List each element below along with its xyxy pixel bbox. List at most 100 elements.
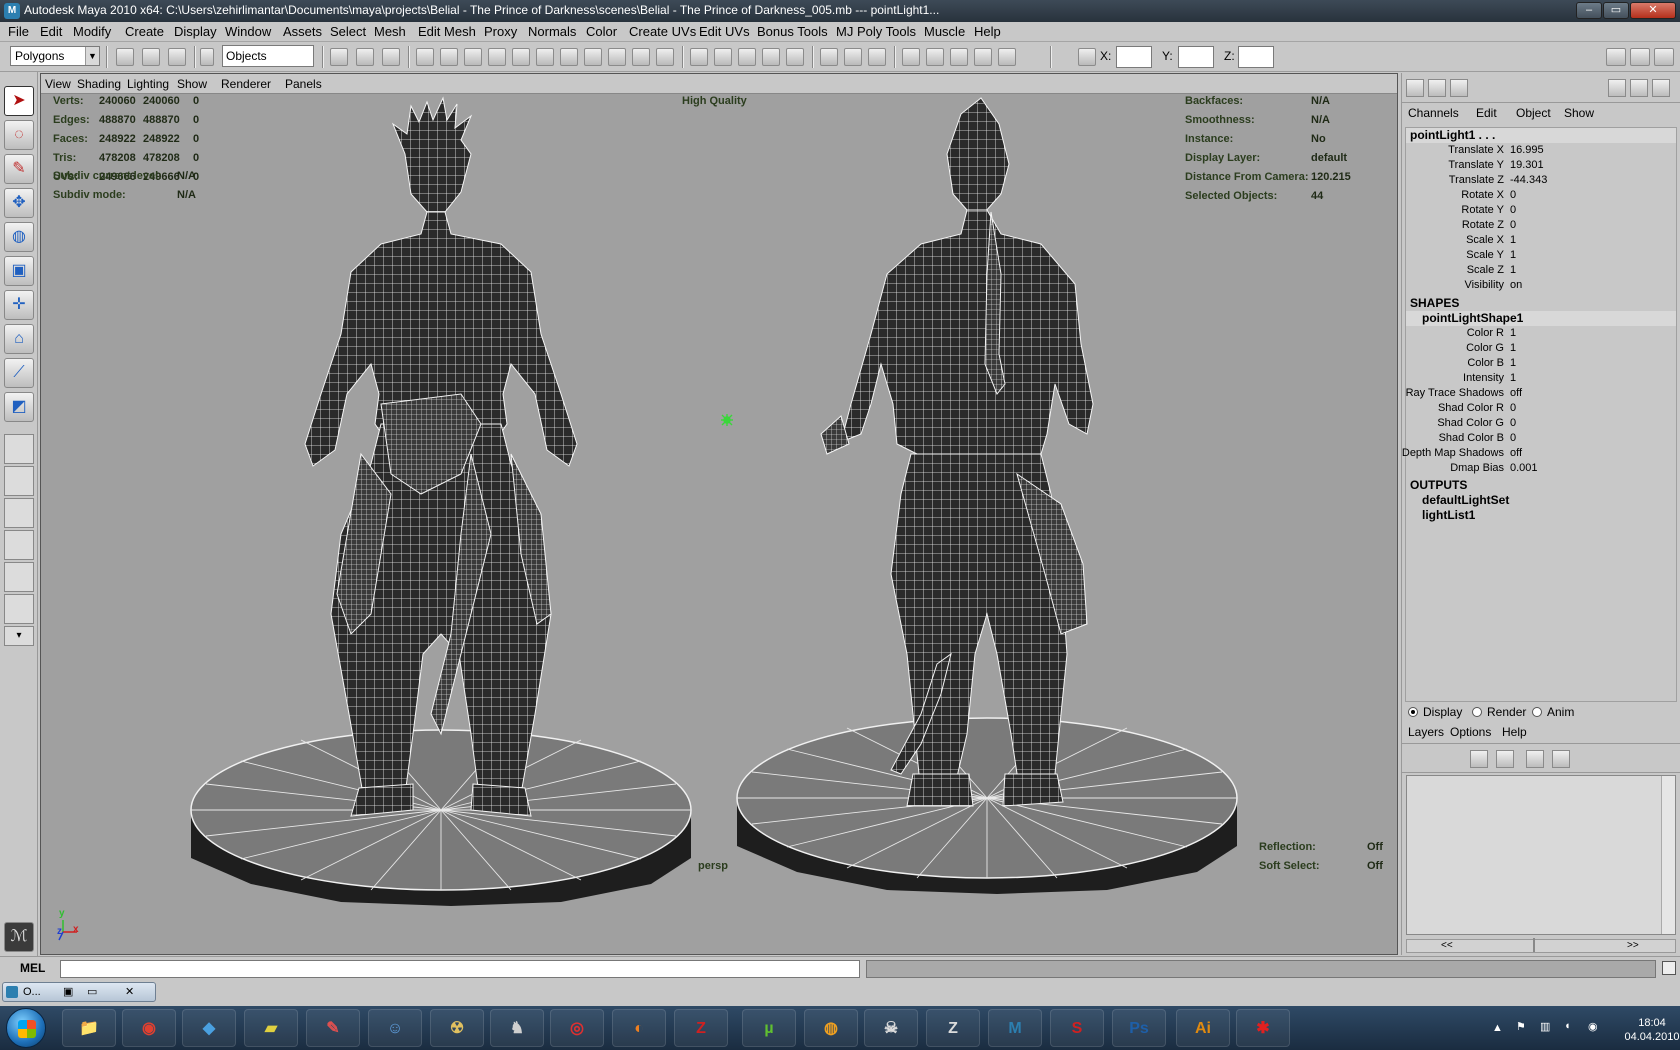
construction-history-icon[interactable] [868,48,886,66]
channel-attribute-row[interactable]: Scale Y 1 [1406,249,1676,264]
color-swatch-icon[interactable] [1608,79,1626,97]
layer-menu-help[interactable]: Help [1502,725,1527,739]
minimized-window[interactable]: O... ▣ ▭ ✕ [2,982,156,1002]
radio-anim[interactable] [1532,707,1542,717]
single-perspective-layout-button[interactable] [4,434,34,464]
menu-select[interactable]: Select [330,24,366,39]
channel-menu-edit[interactable]: Edit [1476,106,1497,120]
save-scene-icon[interactable] [168,48,186,66]
mel-input[interactable] [60,960,860,978]
attribute-value[interactable]: 0 [1510,189,1516,201]
maya-logo-button[interactable]: ℳ [4,922,34,952]
menu-edit-uvs[interactable]: Edit UVs [699,24,750,39]
taskbar-app5-button[interactable]: ✎ [306,1009,360,1047]
menu-color[interactable]: Color [586,24,617,39]
menu-assets[interactable]: Assets [283,24,322,39]
panel-menu-show[interactable]: Show [177,77,207,91]
channel-box-toggle-icon[interactable] [1654,48,1674,66]
channel-menu-channels[interactable]: Channels [1408,106,1459,120]
tray-expand-icon[interactable]: ▲ [1492,1022,1503,1034]
taskbar-maya-button[interactable]: M [988,1009,1042,1047]
display-toggle-icon[interactable] [1630,79,1648,97]
shape-attribute-row[interactable]: Shad Color B 0 [1406,432,1676,447]
layer-list[interactable] [1406,775,1676,935]
select-by-object-type-icon[interactable] [356,48,374,66]
start-button[interactable] [6,1008,46,1048]
edit-pencil-icon[interactable] [1652,79,1670,97]
mask-handles-icon[interactable] [416,48,434,66]
menu-create-uvs[interactable]: Create UVs [629,24,696,39]
taskbar-app3-button[interactable]: ◆ [182,1009,236,1047]
attribute-value[interactable]: 1 [1510,342,1516,354]
highlight-selection-icon[interactable] [656,48,674,66]
channel-menu-show[interactable]: Show [1564,106,1594,120]
scene-canvas[interactable]: Verts: 240060 240060 0 Edges: 488870 488870 0 Fa… [41,94,1397,954]
mask-curves-icon[interactable] [464,48,482,66]
channel-node-name[interactable]: pointLight1 . . . [1406,128,1676,143]
taskbar-app9-button[interactable]: ◎ [550,1009,604,1047]
shape-attribute-row[interactable]: Color R 1 [1406,327,1676,342]
input-connections-icon[interactable] [820,48,838,66]
select-by-hierarchy-icon[interactable] [330,48,348,66]
tray-app-icon[interactable]: ◉ [1588,1020,1598,1033]
menu-normals[interactable]: Normals [528,24,576,39]
snap-to-view-plane-icon[interactable] [762,48,780,66]
layer-mode-display[interactable]: Display [1408,705,1462,719]
shape-attribute-row[interactable]: Color B 1 [1406,357,1676,372]
shape-attribute-row[interactable]: Depth Map Shadows off [1402,447,1676,462]
layer-editor-only-icon[interactable] [1450,79,1468,97]
attribute-value[interactable]: 1 [1510,234,1516,246]
mask-rendering-icon[interactable] [560,48,578,66]
persp-graph-layout-button[interactable] [4,530,34,560]
action-center-icon[interactable]: ⚑ [1516,1020,1526,1033]
render-view-icon[interactable] [902,48,920,66]
numeric-input-icon[interactable] [1078,48,1096,66]
taskbar-app13-button[interactable]: ◍ [804,1009,858,1047]
panel-menu-lighting[interactable]: Lighting [127,77,169,91]
layer-menu-options[interactable]: Options [1450,725,1491,739]
lock-selection-icon[interactable] [632,48,650,66]
channel-attribute-row[interactable]: Scale X 1 [1406,234,1676,249]
shape-attribute-row[interactable]: Intensity 1 [1406,372,1676,387]
create-empty-layer-icon[interactable] [1526,750,1544,768]
selection-mode-field[interactable]: Objects [222,45,314,67]
menu-edit-mesh[interactable]: Edit Mesh [418,24,476,39]
panel-menu-view[interactable]: View [45,77,71,91]
select-by-component-icon[interactable] [382,48,400,66]
network-icon[interactable]: ▥ [1540,1020,1550,1033]
attribute-value[interactable]: 0.001 [1510,462,1538,474]
taskbar-app20-button[interactable]: ✱ [1236,1009,1290,1047]
mask-surfaces-icon[interactable] [488,48,506,66]
rotate-tool[interactable]: ◍ [4,222,34,252]
x-input[interactable] [1116,46,1152,68]
volume-icon[interactable]: ◖ [1564,1020,1571,1032]
four-view-layout-button[interactable] [4,466,34,496]
mask-misc-icon[interactable] [584,48,602,66]
restore-icon[interactable]: ▣ [63,985,73,998]
channel-attribute-row[interactable]: Rotate X 0 [1406,189,1676,204]
taskbar-app6-button[interactable]: ☺ [368,1009,422,1047]
shape-attribute-row[interactable]: Ray Trace Shadows off [1406,387,1676,402]
z-input[interactable] [1238,46,1274,68]
open-scene-icon[interactable] [142,48,160,66]
attribute-value[interactable]: 16.995 [1510,144,1544,156]
menu-proxy[interactable]: Proxy [484,24,517,39]
mask-deformations-icon[interactable] [512,48,530,66]
output-node[interactable]: lightList1 [1422,508,1475,522]
perspective-viewport[interactable]: View Shading Lighting Show Renderer Pane… [40,73,1398,955]
menu-modify[interactable]: Modify [73,24,111,39]
move-layer-up-icon[interactable] [1470,750,1488,768]
mel-label[interactable]: MEL [20,961,45,975]
taskbar-zbrush-button[interactable]: Z [926,1009,980,1047]
taskbar-utorrent-button[interactable]: µ [742,1009,796,1047]
menu-window[interactable]: Window [225,24,271,39]
show-manipulator-tool[interactable]: ⟋ [4,358,34,388]
taskbar-chrome-button[interactable]: ◉ [122,1009,176,1047]
ipr-render-icon[interactable] [950,48,968,66]
soft-modification-tool[interactable]: ⌂ [4,324,34,354]
hypershade-persp-layout-button[interactable] [4,562,34,592]
create-layer-from-selected-icon[interactable] [1552,750,1570,768]
persp-outliner-layout-button[interactable] [4,498,34,528]
more-layouts-button[interactable]: ▾ [4,626,34,646]
render-settings-icon[interactable] [974,48,992,66]
